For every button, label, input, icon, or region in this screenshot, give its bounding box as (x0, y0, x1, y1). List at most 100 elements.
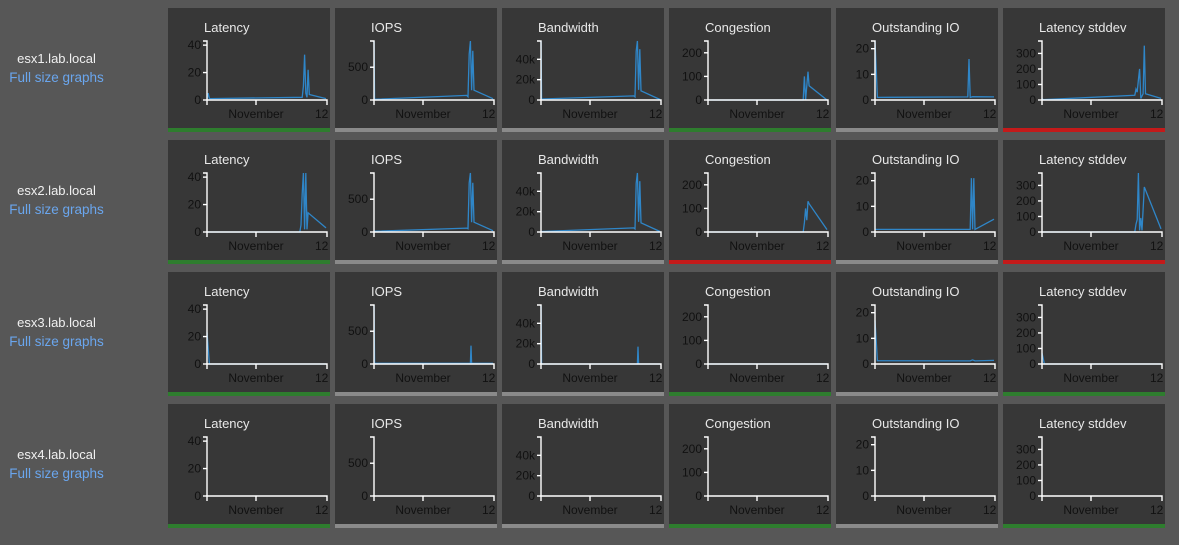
full-size-graphs-link[interactable]: Full size graphs (0, 70, 113, 85)
line-chart: 0 100 200 November 12 F (682, 436, 831, 517)
series-line (874, 40, 995, 99)
graph-panel-latency[interactable]: Latency02040November12 F (168, 140, 330, 264)
x-tick-label: 12 F (482, 239, 497, 253)
graph-panel-latency-stddev[interactable]: Latency stddev0100200300November12 F (1003, 272, 1165, 396)
line-chart: 0 20 40 November 12 F (188, 38, 330, 121)
graph-panel-outstanding-io[interactable]: Outstanding IO01020November12 F (836, 140, 998, 264)
status-bar-red (1003, 128, 1165, 132)
y-tick-label: 0 (528, 357, 535, 371)
y-tick-label: 20 (856, 438, 870, 452)
graph-panel-latency-stddev[interactable]: Latency stddev0100200300November12 F (1003, 140, 1165, 264)
graph-panel-latency[interactable]: Latency02040November12 F (168, 8, 330, 132)
status-bar-green (669, 524, 831, 528)
series-line (1041, 352, 1161, 365)
y-axis (203, 40, 208, 100)
y-tick-label: 200 (682, 46, 702, 60)
graph-panel-bandwidth[interactable]: Bandwidth020k40kNovember12 F (502, 8, 664, 132)
graph-panel-iops[interactable]: IOPS0500November12 F (335, 8, 497, 132)
x-tick-label: November (896, 503, 951, 517)
graph-panel-congestion[interactable]: Congestion0100200November12 F (669, 140, 831, 264)
y-tick-label: 0 (862, 357, 869, 371)
line-chart: 0 100200 300 November 12 F (1016, 436, 1165, 517)
graph-panel-outstanding-io[interactable]: Outstanding IO01020November12 F (836, 404, 998, 528)
graph-panel-bandwidth[interactable]: Bandwidth020k40kNovember12 F (502, 404, 664, 528)
y-tick-label: 20 (188, 198, 202, 212)
full-size-graphs-link[interactable]: Full size graphs (0, 202, 113, 217)
x-tick-label: 12 F (482, 371, 497, 385)
line-chart: 0 10 20 November 12 F (856, 40, 998, 121)
y-axis (203, 436, 208, 496)
y-axis (871, 172, 876, 232)
host-name: esx3.lab.local (17, 315, 96, 330)
graph-panel-iops[interactable]: IOPS0500November12 F (335, 140, 497, 264)
y-tick-label: 300 (1016, 310, 1036, 324)
x-tick-label: 12 F (983, 371, 998, 385)
y-tick-label: 0 (1029, 357, 1036, 371)
x-axis (373, 99, 495, 105)
host-name: esx2.lab.local (17, 183, 96, 198)
x-tick-label: November (729, 371, 784, 385)
graph-panel-bandwidth[interactable]: Bandwidth020k40kNovember12 F (502, 140, 664, 264)
x-axis (540, 495, 662, 501)
y-tick-label: 40k (516, 316, 536, 330)
y-tick-label: 100 (682, 201, 702, 215)
host-label: esx2.lab.local Full size graphs (0, 183, 113, 217)
graph-panel-bandwidth[interactable]: Bandwidth020k40kNovember12 F (502, 272, 664, 396)
line-chart: 0 20k 40k November 12 F (516, 436, 664, 517)
y-tick-label: 0 (361, 357, 368, 371)
y-tick-label: 500 (348, 324, 368, 338)
graph-panel-outstanding-io[interactable]: Outstanding IO01020November12 F (836, 8, 998, 132)
series-line (373, 304, 493, 364)
x-tick-label: 12 F (1150, 239, 1165, 253)
host-name: esx4.lab.local (17, 447, 96, 462)
x-axis (707, 363, 829, 369)
x-axis (540, 231, 662, 237)
y-tick-label: 20 (856, 306, 870, 320)
y-tick-label: 100 (1016, 341, 1036, 355)
y-tick-label: 300 (1016, 178, 1036, 192)
x-tick-label: November (228, 107, 283, 121)
y-tick-label: 0 (528, 225, 535, 239)
series-line (1041, 45, 1162, 101)
series-line (874, 320, 995, 362)
y-tick-label: 20k (516, 337, 536, 351)
graph-panel-iops[interactable]: IOPS0500November12 F (335, 272, 497, 396)
graph-panel-congestion[interactable]: Congestion0100200November12 F (669, 272, 831, 396)
y-axis (370, 436, 375, 496)
graph-panel-latency[interactable]: Latency02040November12 F (168, 272, 330, 396)
graph-panel-latency-stddev[interactable]: Latency stddev0100200300November12 F (1003, 404, 1165, 528)
x-tick-label: November (562, 239, 617, 253)
x-tick-label: November (395, 107, 450, 121)
y-axis (203, 172, 208, 232)
line-chart: 0 500 November 12 F (348, 304, 497, 385)
series-line (373, 40, 494, 100)
line-chart: 0 500 November 12 F (348, 172, 497, 253)
series-line (708, 201, 828, 233)
graph-panel-latency[interactable]: Latency02040November12 F (168, 404, 330, 528)
line-chart: 0 20 40 November 12 F (188, 302, 330, 385)
graph-panel-outstanding-io[interactable]: Outstanding IO01020November12 F (836, 272, 998, 396)
x-tick-label: 12 F (1150, 371, 1165, 385)
full-size-graphs-link[interactable]: Full size graphs (0, 334, 113, 349)
x-tick-label: 12 F (816, 107, 831, 121)
line-chart: 0 20 40 November 12 F (188, 434, 330, 517)
x-axis (206, 99, 328, 105)
series-line (875, 178, 995, 231)
full-size-graphs-link[interactable]: Full size graphs (0, 466, 113, 481)
x-tick-label: November (562, 371, 617, 385)
x-tick-label: November (729, 107, 784, 121)
x-tick-label: 12 F (315, 503, 330, 517)
x-tick-label: November (228, 371, 283, 385)
graph-panel-congestion[interactable]: Congestion0100200November12 F (669, 404, 831, 528)
y-tick-label: 0 (695, 489, 702, 503)
x-tick-label: 12 F (315, 107, 330, 121)
y-tick-label: 40 (188, 170, 202, 184)
y-axis (1038, 172, 1043, 232)
graph-panel-iops[interactable]: IOPS0500November12 F (335, 404, 497, 528)
graph-panel-latency-stddev[interactable]: Latency stddev0100200300November12 F (1003, 8, 1165, 132)
x-tick-label: November (896, 371, 951, 385)
status-bar-gray (502, 260, 664, 264)
status-bar-gray (836, 128, 998, 132)
graph-panel-congestion[interactable]: Congestion0100200November12 F (669, 8, 831, 132)
y-tick-label: 0 (695, 357, 702, 371)
